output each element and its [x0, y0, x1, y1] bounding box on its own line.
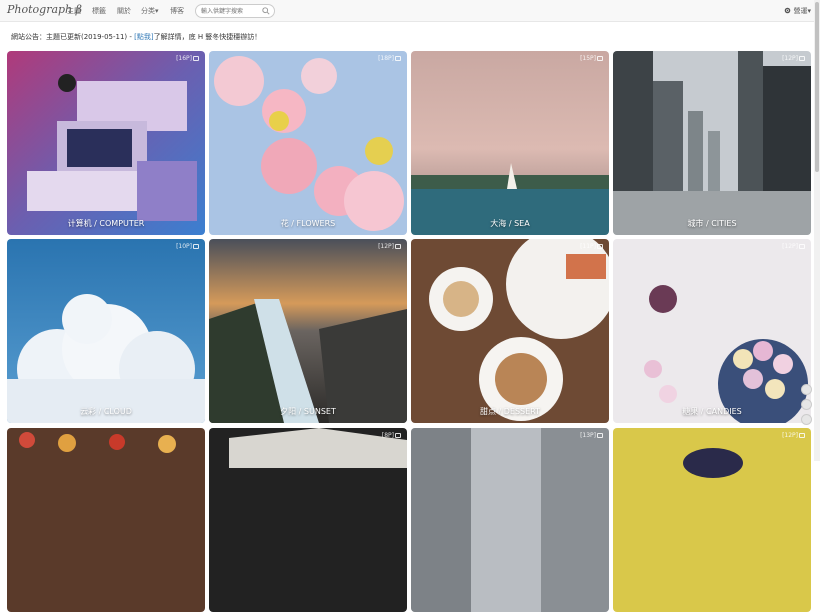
notice-suffix: 了解詳情，底 H 豎冬快捷穩辦訪！ — [153, 33, 262, 41]
scroll-top-button[interactable] — [801, 384, 812, 395]
tile-label: 糖果 / CANDIES — [682, 407, 742, 416]
category-tile-cloud[interactable]: [10P] 云彩 / CLOUD — [7, 239, 205, 423]
photo-count: [8P] — [382, 432, 401, 439]
category-tile-market[interactable] — [7, 428, 205, 612]
dessert-image — [411, 239, 609, 423]
market-image — [7, 428, 205, 612]
photo-count: [16P] — [176, 55, 199, 62]
category-tile-computer[interactable]: [16P] 计算机 / COMPUTER — [7, 51, 205, 235]
image-icon — [395, 244, 401, 249]
building-image — [411, 428, 609, 612]
site-notice: 網站公告：主題已更新(2019-05-11) - [點我]了解詳情，底 H 豎冬… — [11, 32, 261, 42]
category-tile-building[interactable]: [13P] — [411, 428, 609, 612]
nav-item-tags[interactable]: 標籤 — [92, 6, 106, 16]
image-icon — [799, 56, 805, 61]
nav-item-categories[interactable]: 分类▾ — [141, 6, 159, 16]
category-tile-cities[interactable]: [12P] 城市 / CITIES — [613, 51, 811, 235]
navbar: Photograph β 主題 標籤 關於 分类▾ 博客 營運▾ — [0, 0, 820, 22]
photo-count: [12P] — [378, 243, 401, 250]
category-tile-sea[interactable]: [15P] 大海 / SEA — [411, 51, 609, 235]
image-icon — [193, 244, 199, 249]
scrollbar[interactable] — [814, 0, 820, 461]
fullscreen-button[interactable] — [801, 414, 812, 425]
notice-link[interactable]: [點我] — [134, 33, 153, 41]
settings-menu[interactable]: 營運▾ — [784, 6, 811, 16]
tile-label: 城市 / CITIES — [687, 219, 737, 228]
category-tile-bird[interactable]: [12P] — [613, 428, 811, 612]
bird-image — [613, 428, 811, 612]
category-tile-candies[interactable]: [12P] 糖果 / CANDIES — [613, 239, 811, 423]
image-icon — [597, 244, 603, 249]
settings-label: 營運▾ — [793, 7, 811, 15]
category-tile-book[interactable]: [8P] — [209, 428, 407, 612]
photo-count: [12P] — [782, 55, 805, 62]
image-icon — [597, 433, 603, 438]
search-icon[interactable] — [262, 7, 270, 15]
tile-label: 花 / FLOWERS — [280, 219, 336, 228]
image-icon — [395, 56, 401, 61]
grid-view-button[interactable] — [801, 399, 812, 410]
photo-count: [11P] — [580, 243, 603, 250]
photo-count: [13P] — [580, 432, 603, 439]
tile-label: 甜点 / DESSERT — [479, 407, 541, 416]
image-icon — [395, 433, 401, 438]
nav-item-topics[interactable]: 主題 — [67, 6, 81, 16]
tile-label: 大海 / SEA — [490, 219, 530, 228]
cloud-image — [7, 239, 205, 423]
image-icon — [193, 56, 199, 61]
photo-count: [12P] — [782, 243, 805, 250]
tile-label: 云彩 / CLOUD — [80, 407, 132, 416]
image-icon — [799, 433, 805, 438]
photo-count: [18P] — [378, 55, 401, 62]
scroll-thumb[interactable] — [815, 2, 819, 172]
photo-count: [12P] — [782, 432, 805, 439]
nav-item-blog[interactable]: 博客 — [170, 6, 184, 16]
notice-text: 網站公告：主題已更新(2019-05-11) - — [11, 33, 135, 41]
image-icon — [597, 56, 603, 61]
image-icon — [799, 244, 805, 249]
computer-image — [7, 51, 205, 235]
sunset-image — [209, 239, 407, 423]
nav-item-about[interactable]: 關於 — [117, 6, 131, 16]
candies-image — [613, 239, 811, 423]
gear-icon — [784, 7, 791, 14]
search-input[interactable] — [201, 7, 261, 16]
search-box[interactable] — [195, 4, 275, 18]
flowers-image — [209, 51, 407, 235]
photo-count: [10P] — [176, 243, 199, 250]
photo-count: [15P] — [580, 55, 603, 62]
sea-image — [411, 51, 609, 235]
tile-label: 计算机 / COMPUTER — [67, 219, 145, 228]
category-tile-sunset[interactable]: [12P] 夕阳 / SUNSET — [209, 239, 407, 423]
category-tile-dessert[interactable]: [11P] 甜点 / DESSERT — [411, 239, 609, 423]
category-tile-flowers[interactable]: [18P] 花 / FLOWERS — [209, 51, 407, 235]
cities-image — [613, 51, 811, 235]
book-image — [209, 428, 407, 612]
tile-label: 夕阳 / SUNSET — [280, 407, 336, 416]
